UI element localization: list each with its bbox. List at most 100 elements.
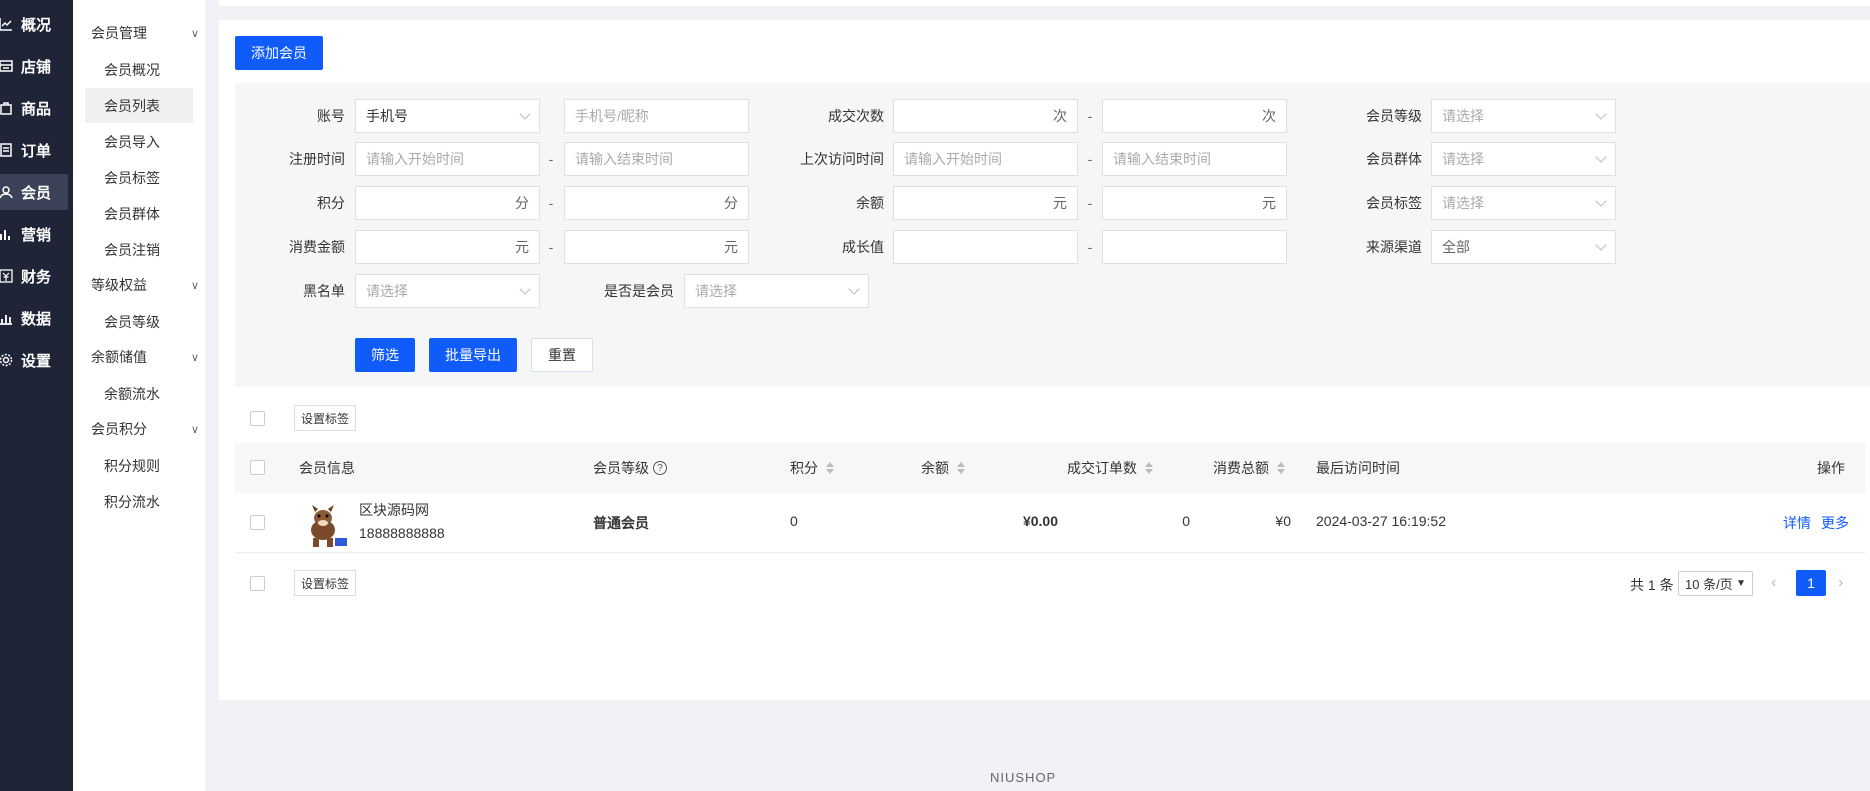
nav-label: 数据 (21, 310, 52, 328)
is-member-label: 是否是会员 (604, 283, 674, 299)
range-dash: - (1087, 108, 1093, 124)
member-tag-label: 会员标签 (1366, 195, 1422, 211)
table-header: 会员信息 会员等级? 积分 余额 成交订单数 消费总额 最后访问时间 操作 (235, 443, 1865, 493)
sub-item-points-flow[interactable]: 积分流水 (85, 484, 193, 519)
deal-count-max-input[interactable]: 次 (1102, 99, 1287, 133)
sub-group-points[interactable]: 会员积分 ∨ (91, 414, 199, 444)
sub-group-balance[interactable]: 余额储值 ∨ (91, 342, 199, 372)
sub-item-balance-flow[interactable]: 余额流水 (85, 376, 193, 411)
member-level-select[interactable]: 请选择 (1431, 99, 1616, 133)
reg-start-input[interactable]: 请输入开始时间 (355, 142, 540, 176)
growth-min-input[interactable] (893, 230, 1078, 264)
deal-count-min-input[interactable]: 次 (893, 99, 1078, 133)
export-button[interactable]: 批量导出 (429, 338, 517, 372)
col-label: 积分 (790, 460, 818, 476)
nav-item-settings[interactable]: 设置 (0, 342, 68, 378)
source-select[interactable]: 全部 (1431, 230, 1616, 264)
row-checkbox[interactable] (250, 515, 265, 530)
nav-label: 会员 (21, 184, 52, 202)
sort-icon[interactable] (826, 462, 834, 474)
nav-item-goods[interactable]: 商品 (0, 90, 68, 126)
select-all-checkbox[interactable] (250, 460, 265, 475)
table-row: 区块源码网 18888888888 普通会员 0 ¥0.00 0 ¥0 2024… (235, 493, 1865, 553)
balance-label: 余额 (856, 195, 884, 211)
nav-item-store[interactable]: 店铺 (0, 48, 68, 84)
points-max-input[interactable]: 分 (564, 186, 749, 220)
col-balance[interactable]: 余额 (921, 443, 965, 493)
next-page-icon[interactable]: › (1838, 574, 1843, 592)
sub-item-member-group[interactable]: 会员群体 (85, 196, 193, 231)
blacklist-label: 黑名单 (303, 283, 345, 299)
member-orders-value: 0 (1182, 513, 1190, 529)
filter-button[interactable]: 筛选 (355, 338, 415, 372)
nav-item-orders[interactable]: 订单 (0, 132, 68, 168)
last-visit-end-input[interactable]: 请输入结束时间 (1102, 142, 1287, 176)
help-icon[interactable]: ? (653, 461, 667, 475)
sub-item-member-list[interactable]: 会员列表 (85, 88, 193, 123)
more-link[interactable]: 更多 (1821, 513, 1849, 533)
col-label: 余额 (921, 460, 949, 476)
account-type-select[interactable]: 手机号 (355, 99, 540, 133)
sub-item-member-overview[interactable]: 会员概况 (85, 52, 193, 87)
chevron-down-icon: ∨ (190, 423, 199, 436)
reset-button[interactable]: 重置 (531, 338, 593, 372)
unit-text: 元 (1262, 195, 1276, 211)
pagination-total: 共 1 条 (1630, 577, 1674, 593)
batch-select-checkbox-bottom[interactable] (250, 576, 265, 591)
nav-label: 商品 (21, 100, 52, 118)
nav-item-overview[interactable]: 概况 (0, 6, 68, 42)
range-dash: - (548, 239, 554, 255)
nav-label: 设置 (21, 352, 52, 370)
footer-brand: NIUSHOP (990, 770, 1057, 785)
member-tag-select[interactable]: 请选择 (1431, 186, 1616, 220)
col-points[interactable]: 积分 (790, 443, 834, 493)
col-spend[interactable]: 消费总额 (1213, 443, 1285, 493)
prev-page-icon[interactable]: ‹ (1771, 574, 1776, 592)
reg-end-input[interactable]: 请输入结束时间 (564, 142, 749, 176)
page-size-select[interactable]: 10 条/页 ▼ (1678, 571, 1753, 596)
last-visit-start-input[interactable]: 请输入开始时间 (893, 142, 1078, 176)
sort-icon[interactable] (1277, 462, 1285, 474)
spend-max-input[interactable]: 元 (564, 230, 749, 264)
sub-item-member-cancel[interactable]: 会员注销 (85, 232, 193, 267)
is-member-select[interactable]: 请选择 (684, 274, 869, 308)
nav-item-marketing[interactable]: 营销 (0, 216, 68, 252)
nav-item-members[interactable]: 会员 (0, 174, 68, 210)
member-name: 区块源码网 (359, 502, 429, 518)
sub-item-member-level[interactable]: 会员等级 (85, 304, 193, 339)
sub-item-label: 积分流水 (104, 493, 160, 510)
balance-max-input[interactable]: 元 (1102, 186, 1287, 220)
growth-max-input[interactable] (1102, 230, 1287, 264)
points-min-input[interactable]: 分 (355, 186, 540, 220)
page-number[interactable]: 1 (1796, 570, 1826, 596)
col-orders[interactable]: 成交订单数 (1067, 443, 1153, 493)
col-label: 消费总额 (1213, 460, 1269, 476)
blacklist-select[interactable]: 请选择 (355, 274, 540, 308)
member-phone: 18888888888 (359, 525, 445, 541)
account-input[interactable]: 手机号/昵称 (564, 99, 749, 133)
set-tag-button[interactable]: 设置标签 (294, 405, 357, 431)
sort-icon[interactable] (957, 462, 965, 474)
avatar (299, 500, 349, 548)
add-member-button[interactable]: 添加会员 (235, 36, 323, 70)
sub-group-member-manage[interactable]: 会员管理 ∨ (91, 18, 199, 48)
sub-item-label: 会员群体 (104, 205, 160, 222)
sub-item-member-import[interactable]: 会员导入 (85, 124, 193, 159)
nav-item-finance[interactable]: 财务 (0, 258, 68, 294)
select-placeholder: 请选择 (1442, 151, 1484, 167)
batch-select-checkbox[interactable] (250, 411, 265, 426)
balance-min-input[interactable]: 元 (893, 186, 1078, 220)
sub-item-points-rules[interactable]: 积分规则 (85, 448, 193, 483)
member-level-label: 会员等级 (1366, 108, 1422, 124)
range-dash: - (1087, 151, 1093, 167)
chevron-down-icon: ▼ (1736, 578, 1746, 589)
sub-item-member-tag[interactable]: 会员标签 (85, 160, 193, 195)
member-group-select[interactable]: 请选择 (1431, 142, 1616, 176)
set-tag-button-bottom[interactable]: 设置标签 (294, 570, 357, 596)
spend-min-input[interactable]: 元 (355, 230, 540, 264)
sort-icon[interactable] (1145, 462, 1153, 474)
sub-group-level-rights[interactable]: 等级权益 ∨ (91, 270, 199, 300)
detail-link[interactable]: 详情 (1783, 513, 1811, 533)
nav-item-data[interactable]: 数据 (0, 300, 68, 336)
account-label: 账号 (317, 108, 345, 124)
